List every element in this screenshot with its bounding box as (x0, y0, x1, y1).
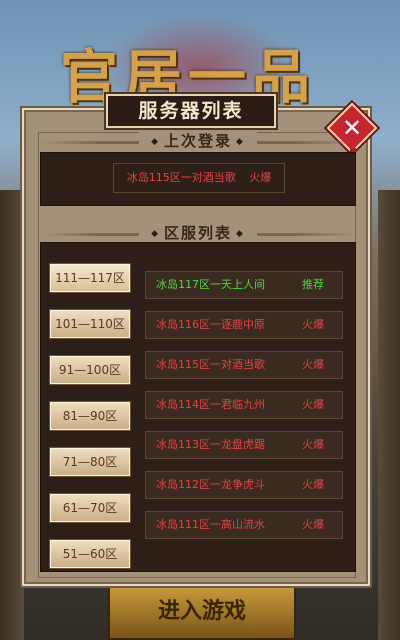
last-login-server-status: 火爆 (249, 171, 272, 184)
server-name: 冰岛116区一逐鹿中原 (156, 318, 265, 331)
last-login-title: 上次登录 (139, 131, 257, 152)
right-pillar (378, 190, 400, 640)
game-title-logo: 官居一品 (60, 43, 317, 111)
last-login-header: 上次登录 (40, 131, 356, 152)
last-login-panel: 冰岛115区一对酒当歌 火爆 (40, 152, 356, 206)
dialog-title-plate: 服务器列表 (106, 94, 276, 128)
server-row[interactable]: 冰岛117区一天上人间 推荐 (145, 271, 343, 299)
server-status: 火爆 (302, 318, 324, 331)
server-status: 火爆 (302, 518, 324, 531)
server-name: 冰岛112区一龙争虎斗 (156, 478, 265, 491)
range-tab-91-100[interactable]: 91—100区 (49, 355, 131, 385)
server-row[interactable]: 冰岛114区一君临九州 火爆 (145, 391, 343, 419)
server-status: 火爆 (302, 478, 324, 491)
range-tab-81-90[interactable]: 81—90区 (49, 401, 131, 431)
dialog-title: 服务器列表 (138, 100, 244, 122)
range-tab-111-117[interactable]: 111—117区 (49, 263, 131, 293)
range-tab-61-70[interactable]: 61—70区 (49, 493, 131, 523)
enter-game-button[interactable]: 进入游戏 (108, 584, 296, 640)
server-name: 冰岛111区一高山流水 (156, 518, 265, 531)
server-status: 火爆 (302, 358, 324, 371)
range-tab-71-80[interactable]: 71—80区 (49, 447, 131, 477)
enter-game-label: 进入游戏 (157, 598, 246, 624)
last-login-server-name: 冰岛115区一对酒当歌 (126, 171, 236, 184)
server-row[interactable]: 冰岛116区一逐鹿中原 火爆 (145, 311, 343, 339)
range-tab-51-60[interactable]: 51—60区 (49, 539, 131, 569)
zone-list-panel: 111—117区 101—110区 91—100区 81—90区 71—80区 … (40, 242, 356, 572)
last-login-server[interactable]: 冰岛115区一对酒当歌 火爆 (113, 163, 285, 193)
server-name: 冰岛113区一龙盘虎踞 (156, 438, 265, 451)
server-name: 冰岛117区一天上人间 (156, 278, 265, 291)
zone-list-header: 区服列表 (40, 223, 356, 244)
server-status: 火爆 (302, 438, 324, 451)
server-name: 冰岛114区一君临九州 (156, 398, 265, 411)
server-name: 冰岛115区一对酒当歌 (156, 358, 265, 371)
server-row[interactable]: 冰岛113区一龙盘虎踞 火爆 (145, 431, 343, 459)
left-pillar (0, 190, 24, 640)
zone-list-title: 区服列表 (139, 223, 257, 244)
server-row[interactable]: 冰岛112区一龙争虎斗 火爆 (145, 471, 343, 499)
range-tab-101-110[interactable]: 101—110区 (49, 309, 131, 339)
server-row[interactable]: 冰岛115区一对酒当歌 火爆 (145, 351, 343, 379)
server-status: 推荐 (302, 278, 324, 291)
server-row[interactable]: 冰岛111区一高山流水 火爆 (145, 511, 343, 539)
server-status: 火爆 (302, 398, 324, 411)
